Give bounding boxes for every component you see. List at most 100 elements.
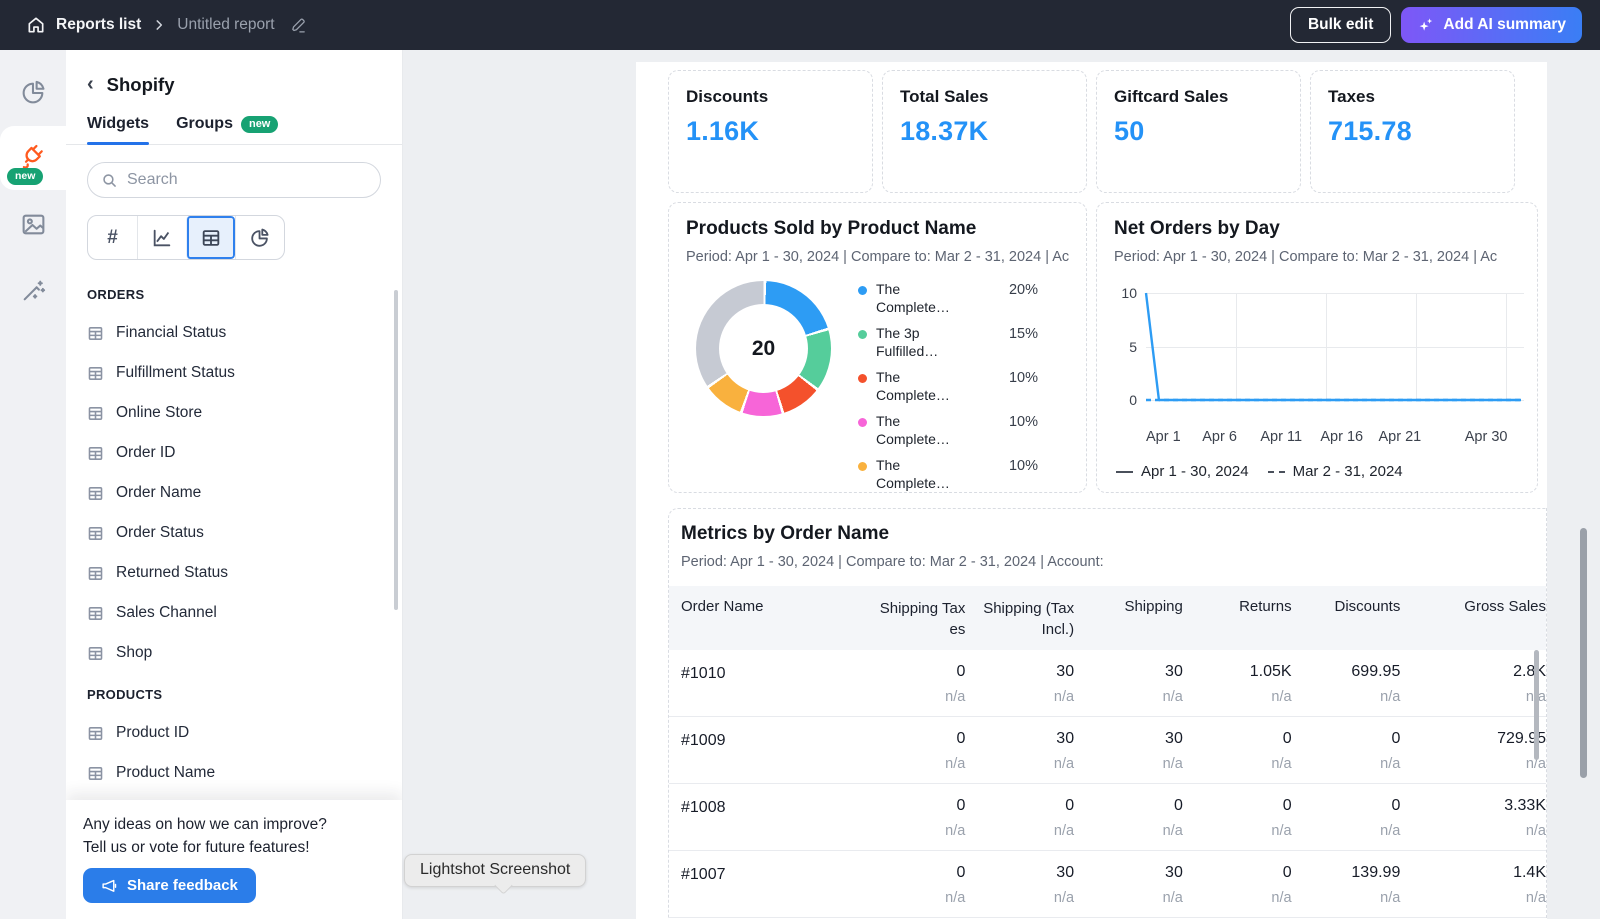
add-ai-summary-label: Add AI summary bbox=[1443, 16, 1566, 34]
widget-item-label: Order Status bbox=[116, 524, 204, 542]
legend-label: Mar 2 - 31, 2024 bbox=[1293, 463, 1403, 480]
widget-item-online-store[interactable]: Online Store bbox=[66, 393, 402, 433]
legend-row: The Complete… 10% bbox=[858, 413, 1038, 448]
column-header: Returns bbox=[1183, 596, 1292, 615]
breadcrumb-reports-list[interactable]: Reports list bbox=[26, 15, 141, 35]
report-page: Discounts 1.16K Total Sales 18.37K Giftc… bbox=[636, 62, 1547, 919]
tab-widgets[interactable]: Widgets bbox=[87, 115, 149, 144]
table-icon bbox=[87, 525, 104, 542]
cell: 30n/a bbox=[965, 663, 1074, 705]
table-icon bbox=[87, 445, 104, 462]
widget-item-sales-channel[interactable]: Sales Channel bbox=[66, 593, 402, 633]
dashed-line-marker bbox=[1268, 471, 1285, 473]
widget-item-fulfillment-status[interactable]: Fulfillment Status bbox=[66, 353, 402, 393]
line-chart-svg bbox=[1146, 293, 1521, 400]
table-widget-button[interactable] bbox=[186, 216, 235, 259]
cell: 0n/a bbox=[857, 663, 966, 705]
sidebar-scrollbar[interactable] bbox=[394, 290, 398, 610]
sidebar-tabs: Widgets Groups new bbox=[66, 115, 402, 145]
x-tick: Apr 11 bbox=[1260, 429, 1302, 445]
donut-widget[interactable]: Products Sold by Product Name Period: Ap… bbox=[668, 202, 1087, 493]
edit-pencil-icon[interactable] bbox=[290, 17, 307, 34]
rail-item-charts[interactable] bbox=[0, 60, 66, 124]
donut-legend: The Complete… 20% The 3p Fulfilled… 15% … bbox=[858, 281, 1038, 493]
kpi-discounts[interactable]: Discounts 1.16K bbox=[668, 70, 873, 193]
orders-widget-list: Financial Status Fulfillment Status Onli… bbox=[66, 313, 402, 673]
table-icon bbox=[87, 485, 104, 502]
widget-item-label: Returned Status bbox=[116, 564, 228, 582]
widget-item-order-status[interactable]: Order Status bbox=[66, 513, 402, 553]
widget-item-returned-status[interactable]: Returned Status bbox=[66, 553, 402, 593]
legend-percent: 10% bbox=[1009, 457, 1038, 474]
widget-item-label: Order ID bbox=[116, 444, 175, 462]
pie-widget-button[interactable] bbox=[235, 216, 284, 259]
section-orders: ORDERS bbox=[66, 264, 402, 304]
cell: 699.95n/a bbox=[1292, 663, 1401, 705]
column-header-label: Shipping Taxes bbox=[873, 598, 965, 640]
cell: 1.4Kn/a bbox=[1400, 864, 1546, 906]
widget-item-product-name[interactable]: Product Name bbox=[66, 753, 402, 793]
search-input[interactable] bbox=[127, 171, 367, 189]
kpi-taxes[interactable]: Taxes 715.78 bbox=[1310, 70, 1515, 193]
cell: 30n/a bbox=[1074, 864, 1183, 906]
legend-dot bbox=[858, 462, 867, 471]
widget-item-financial-status[interactable]: Financial Status bbox=[66, 313, 402, 353]
column-header-label: Shipping (Tax Incl.) bbox=[982, 598, 1074, 640]
page-scrollbar[interactable] bbox=[1580, 528, 1587, 778]
table-icon bbox=[87, 725, 104, 742]
kpi-title: Discounts bbox=[686, 87, 855, 107]
rail-item-magic[interactable] bbox=[0, 258, 66, 322]
breadcrumb: Reports list Untitled report bbox=[26, 15, 307, 35]
table-icon bbox=[200, 227, 222, 249]
rail-item-connectors[interactable]: new bbox=[0, 126, 66, 190]
order-name-cell: #1009 bbox=[681, 730, 857, 772]
x-tick: Apr 30 bbox=[1465, 429, 1508, 445]
line-widget-button[interactable] bbox=[137, 216, 186, 259]
rail-item-images[interactable] bbox=[0, 192, 66, 256]
widget-item-label: Product ID bbox=[116, 724, 189, 742]
line-chart-widget[interactable]: Net Orders by Day Period: Apr 1 - 30, 20… bbox=[1096, 202, 1538, 493]
solid-line-marker bbox=[1116, 471, 1133, 473]
bulk-edit-button[interactable]: Bulk edit bbox=[1290, 7, 1391, 43]
kpi-giftcard-sales[interactable]: Giftcard Sales 50 bbox=[1096, 70, 1301, 193]
top-bar: Reports list Untitled report Bulk edit A… bbox=[0, 0, 1600, 50]
widget-item-order-id[interactable]: Order ID bbox=[66, 433, 402, 473]
search-box[interactable] bbox=[87, 162, 381, 198]
sparkles-icon bbox=[1417, 16, 1435, 34]
kpi-title: Taxes bbox=[1328, 87, 1497, 107]
table-inner-scrollbar[interactable] bbox=[1534, 650, 1539, 760]
y-tick: 0 bbox=[1129, 392, 1137, 408]
metrics-table: Order Name Shipping Taxes Shipping (Tax … bbox=[669, 586, 1546, 918]
number-widget-button[interactable]: # bbox=[88, 216, 137, 259]
feedback-line2: Tell us or vote for future features! bbox=[83, 836, 385, 859]
share-feedback-button[interactable]: Share feedback bbox=[83, 868, 256, 903]
widget-item-product-id[interactable]: Product ID bbox=[66, 713, 402, 753]
table-icon bbox=[87, 605, 104, 622]
column-header: Shipping bbox=[1074, 596, 1183, 615]
table-icon bbox=[87, 405, 104, 422]
kpi-value: 715.78 bbox=[1328, 116, 1497, 147]
back-chevron-icon[interactable]: ‹ bbox=[87, 74, 94, 96]
cell: 30n/a bbox=[1074, 730, 1183, 772]
widget-item-order-name[interactable]: Order Name bbox=[66, 473, 402, 513]
tooltip-label: Lightshot Screenshot bbox=[420, 861, 570, 878]
widget-subtitle: Period: Apr 1 - 30, 2024 | Compare to: M… bbox=[1114, 249, 1520, 265]
tab-groups[interactable]: Groups new bbox=[176, 115, 278, 144]
cell: 0n/a bbox=[1292, 797, 1401, 839]
table-row: #1009 0n/a 30n/a 30n/a 0n/a 0n/a 729.95n… bbox=[669, 717, 1546, 784]
feedback-line1: Any ideas on how we can improve? bbox=[83, 813, 385, 836]
add-ai-summary-button[interactable]: Add AI summary bbox=[1401, 7, 1582, 43]
x-tick: Apr 16 bbox=[1320, 429, 1363, 445]
legend-percent: 10% bbox=[1009, 369, 1038, 386]
cell: 139.99n/a bbox=[1292, 864, 1401, 906]
line-chart-legend: Apr 1 - 30, 2024 Mar 2 - 31, 2024 bbox=[1116, 463, 1520, 480]
column-header: Order Name bbox=[681, 596, 857, 615]
table-icon bbox=[87, 765, 104, 782]
share-feedback-label: Share feedback bbox=[127, 877, 238, 894]
legend-label: Apr 1 - 30, 2024 bbox=[1141, 463, 1249, 480]
widget-item-label: Online Store bbox=[116, 404, 202, 422]
metrics-table-widget[interactable]: Metrics by Order Name Period: Apr 1 - 30… bbox=[668, 508, 1547, 919]
table-row: #1008 0n/a 0n/a 0n/a 0n/a 0n/a 3.33Kn/a bbox=[669, 784, 1546, 851]
widget-item-shop[interactable]: Shop bbox=[66, 633, 402, 673]
kpi-total-sales[interactable]: Total Sales 18.37K bbox=[882, 70, 1087, 193]
